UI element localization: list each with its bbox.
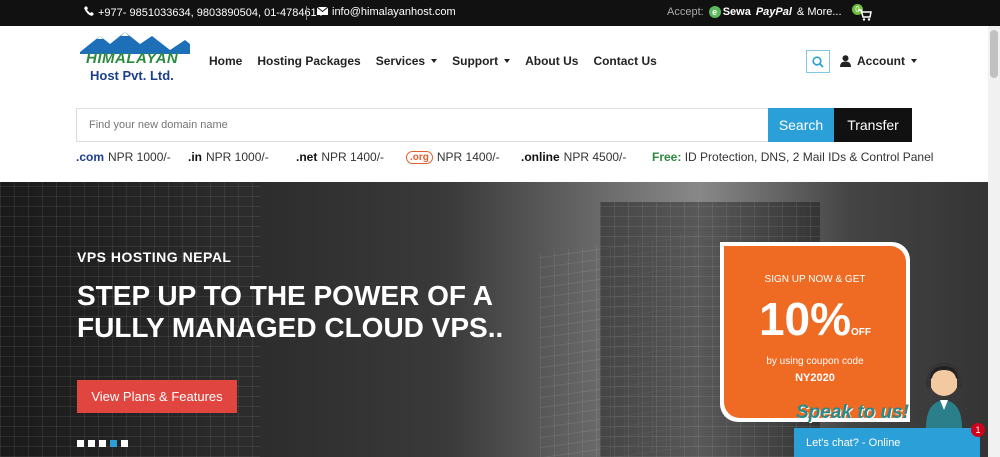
slide-dot-active[interactable]: [110, 440, 117, 447]
chat-agent-avatar[interactable]: [920, 360, 968, 428]
domain-search-button[interactable]: Search: [768, 108, 834, 142]
top-bar: +977- 9851033634, 9803890504, 01-4784614…: [0, 0, 1000, 26]
scrollbar-thumb[interactable]: [990, 30, 998, 78]
more-payments: & More...: [796, 6, 842, 18]
slide-dot[interactable]: [88, 440, 95, 447]
tld-online: .online NPR 4500/-: [521, 150, 626, 164]
divider: [306, 6, 307, 20]
domain-search-form: Search Transfer: [76, 108, 912, 142]
free-features: Free: ID Protection, DNS, 2 Mail IDs & C…: [652, 150, 933, 164]
promo-percent: 10%OFF: [758, 293, 872, 345]
nav-support[interactable]: Support: [452, 54, 511, 68]
nav-hosting-packages[interactable]: Hosting Packages: [257, 54, 360, 68]
chevron-down-icon: [504, 59, 511, 63]
accept-label: Accept:: [667, 6, 704, 18]
user-icon: [840, 55, 851, 67]
tld-in: .in NPR 1000/-: [188, 150, 269, 164]
email-address[interactable]: info@himalayanhost.com: [332, 6, 456, 18]
free-text: ID Protection, DNS, 2 Mail IDs & Control…: [684, 150, 934, 164]
account-menu[interactable]: Account: [840, 54, 917, 68]
slider-dots: [77, 440, 128, 447]
tld-ext: .net: [296, 150, 318, 164]
nav-services[interactable]: Services: [376, 54, 438, 68]
tld-price: NPR 1000/-: [108, 150, 171, 164]
domain-search-input[interactable]: [77, 109, 768, 141]
chevron-down-icon: [911, 59, 917, 63]
email-info[interactable]: info@himalayanhost.com: [316, 6, 456, 18]
tld-net: .net NPR 1400/-: [296, 150, 384, 164]
support-agent-icon: [926, 362, 962, 428]
phone-numbers: +977- 9851033634, 9803890504, 01-4784614: [98, 6, 323, 19]
esewa-icon: e: [708, 6, 721, 18]
mail-icon: [316, 6, 329, 18]
tld-price: NPR 1400/-: [321, 150, 385, 164]
chat-launcher[interactable]: Let's chat? - Online: [794, 428, 980, 457]
view-plans-button[interactable]: View Plans & Features: [77, 380, 237, 413]
search-icon: [812, 55, 824, 68]
free-label: Free:: [652, 150, 682, 164]
promo-card: SIGN UP NOW & GET 10%OFF by using coupon…: [720, 242, 910, 422]
page-scrollbar[interactable]: [988, 26, 1000, 457]
logo-line1: HIMALAYAN: [86, 50, 179, 67]
nav-about-us[interactable]: About Us: [525, 54, 578, 68]
account-label: Account: [857, 54, 905, 68]
tld-ext: .in: [188, 150, 202, 164]
phone-icon: [84, 6, 94, 19]
promo-line1: SIGN UP NOW & GET: [764, 274, 866, 285]
header: HIMALAYAN Host Pvt. Ltd. Home Hosting Pa…: [0, 26, 1000, 100]
tld-ext: .org: [406, 150, 433, 164]
tld-com: .com NPR 1000/-: [76, 150, 171, 164]
domain-transfer-button[interactable]: Transfer: [834, 108, 912, 142]
slide-dot[interactable]: [99, 440, 106, 447]
promo-code: NY2020: [795, 372, 835, 384]
payment-methods: Accept: e Sewa PayPal & More...: [667, 6, 842, 18]
cart-button[interactable]: 0: [852, 4, 872, 22]
hero-subtitle: VPS HOSTING NEPAL: [77, 249, 232, 265]
slide-dot[interactable]: [77, 440, 84, 447]
tld-price: NPR 4500/-: [563, 150, 627, 164]
speak-to-us-label[interactable]: Speak to us!: [796, 402, 909, 424]
cart-icon: [858, 9, 872, 21]
logo-line2: Host Pvt. Ltd.: [90, 68, 174, 83]
esewa-logo: e Sewa: [708, 6, 751, 18]
tld-price: NPR 1000/-: [206, 150, 269, 164]
promo-off: OFF: [851, 327, 872, 338]
tld-ext: .online: [521, 150, 560, 164]
nav-contact-us[interactable]: Contact Us: [593, 54, 656, 68]
hero-headline: STEP UP TO THE POWER OF A FULLY MANAGED …: [77, 280, 504, 343]
tld-price: NPR 1400/-: [436, 150, 500, 164]
phone-info: +977- 9851033634, 9803890504, 01-4784614: [84, 6, 323, 19]
header-search-button[interactable]: [806, 50, 830, 73]
logo[interactable]: HIMALAYAN Host Pvt. Ltd.: [80, 30, 190, 88]
slide-dot[interactable]: [121, 440, 128, 447]
tld-org: .org NPR 1400/-: [406, 150, 500, 164]
promo-line3: by using coupon code: [766, 356, 864, 367]
chat-notification-badge: 1: [971, 423, 985, 437]
chevron-down-icon: [431, 59, 438, 63]
tld-ext: .com: [76, 150, 105, 164]
main-nav: Home Hosting Packages Services Support A…: [209, 54, 672, 68]
nav-home[interactable]: Home: [209, 54, 242, 68]
paypal-logo: PayPal: [755, 6, 792, 18]
